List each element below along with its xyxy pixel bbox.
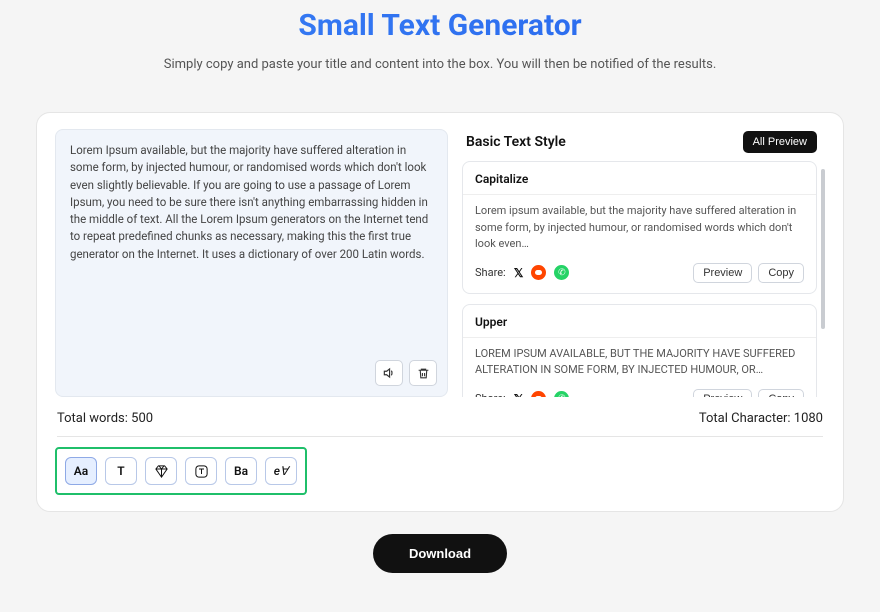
style-name: Capitalize (475, 172, 804, 186)
main-card: Lorem Ipsum available, but the majority … (36, 112, 844, 512)
output-panel: Basic Text Style All Preview Capitalize … (462, 129, 825, 397)
share-group: Share: 𝕏 ✆ (475, 265, 569, 280)
reddit-icon[interactable] (531, 265, 546, 280)
style-card-upper: Upper LOREM IPSUM AVAILABLE, BUT THE MAJ… (462, 304, 817, 398)
toggle-t[interactable]: T (105, 457, 137, 485)
copy-button[interactable]: Copy (758, 263, 804, 283)
style-body: LOREM IPSUM AVAILABLE, BUT THE MAJORITY … (475, 346, 804, 379)
whatsapp-icon[interactable]: ✆ (554, 391, 569, 397)
reddit-icon[interactable] (531, 391, 546, 397)
toggle-diamond[interactable] (145, 457, 177, 485)
delete-button[interactable] (409, 360, 437, 386)
x-icon[interactable]: 𝕏 (514, 266, 524, 280)
input-text: Lorem Ipsum available, but the majority … (70, 142, 433, 263)
char-count: Total Character: 1080 (699, 411, 823, 426)
style-body: Lorem ipsum available, but the majority … (475, 203, 804, 253)
page-title: Small Text Generator (0, 0, 880, 43)
preview-button[interactable]: Preview (693, 263, 752, 283)
toggle-aa[interactable]: Aa (65, 457, 97, 485)
style-card-capitalize: Capitalize Lorem ipsum available, but th… (462, 161, 817, 294)
preview-button[interactable]: Preview (693, 389, 752, 398)
output-heading: Basic Text Style (466, 134, 566, 150)
download-button[interactable]: Download (373, 534, 507, 573)
toggle-ev[interactable]: e∀ (265, 457, 297, 485)
word-count: Total words: 500 (57, 411, 153, 426)
style-name: Upper (475, 315, 804, 329)
t-circle-icon (194, 464, 209, 479)
copy-button[interactable]: Copy (758, 389, 804, 398)
divider (57, 436, 823, 437)
trash-icon (417, 367, 430, 380)
toggle-ba[interactable]: Ba (225, 457, 257, 485)
share-label: Share: (475, 266, 506, 279)
share-label: Share: (475, 392, 506, 397)
toggle-t-circle[interactable] (185, 457, 217, 485)
input-panel[interactable]: Lorem Ipsum available, but the majority … (55, 129, 448, 397)
speak-button[interactable] (375, 360, 403, 386)
page-subtitle: Simply copy and paste your title and con… (0, 57, 880, 72)
share-group: Share: 𝕏 ✆ (475, 391, 569, 397)
diamond-icon (154, 464, 169, 479)
styles-list: Capitalize Lorem ipsum available, but th… (462, 161, 825, 397)
style-toggles: Aa T Ba e∀ (55, 447, 307, 495)
whatsapp-icon[interactable]: ✆ (554, 265, 569, 280)
speaker-icon (382, 366, 396, 380)
divider (463, 337, 816, 338)
divider (463, 194, 816, 195)
all-preview-button[interactable]: All Preview (743, 131, 817, 153)
x-icon[interactable]: 𝕏 (514, 392, 524, 398)
